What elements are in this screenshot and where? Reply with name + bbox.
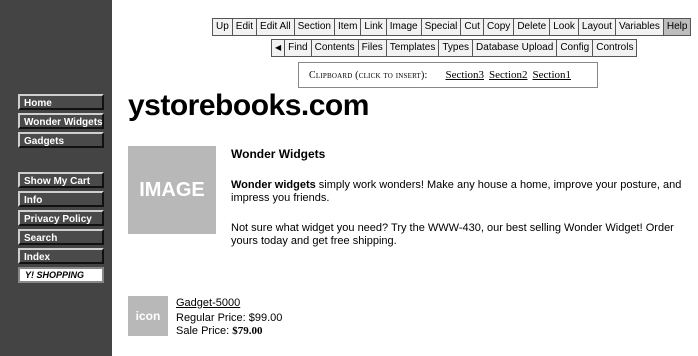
toolbar-files-button[interactable]: Files — [358, 40, 386, 56]
toolbar-image-button[interactable]: Image — [386, 19, 421, 35]
yahoo-shopping-badge[interactable]: Y! SHOPPING — [18, 267, 104, 283]
toolbar-section-button[interactable]: Section — [294, 19, 334, 35]
clipboard-link-section1[interactable]: Section1 — [533, 69, 572, 81]
section-description: Wonder widgets simply work wonders! Make… — [231, 179, 694, 205]
sale-price: Sale Price: $79.00 — [176, 325, 263, 337]
clipboard-link-section2[interactable]: Section2 — [489, 69, 528, 81]
toolbar-delete-button[interactable]: Delete — [514, 19, 550, 35]
editor-toolbar-primary: Up Edit Edit All Section Item Link Image… — [212, 18, 692, 36]
nav-search[interactable]: Search — [18, 229, 104, 245]
toolbar-controls-button[interactable]: Controls — [593, 40, 637, 56]
toolbar-contents-button[interactable]: Contents — [311, 40, 358, 56]
toolbar-copy-button[interactable]: Copy — [483, 19, 514, 35]
product-name-link[interactable]: Gadget-5000 — [176, 297, 240, 309]
product-icon-placeholder[interactable]: icon — [128, 296, 168, 336]
description-bold-lead: Wonder widgets — [231, 179, 316, 191]
toolbar-link-button[interactable]: Link — [361, 19, 386, 35]
toolbar-up-button[interactable]: Up — [213, 19, 232, 35]
toolbar-edit-all-button[interactable]: Edit All — [257, 19, 294, 35]
sale-price-label: Sale Price: — [176, 325, 233, 337]
toolbar-database-upload-button[interactable]: Database Upload — [473, 40, 557, 56]
nav-home[interactable]: Home — [18, 94, 104, 110]
section-heading: Wonder Widgets — [231, 147, 326, 161]
toolbar-find-button[interactable]: Find — [285, 40, 311, 56]
toolbar-special-button[interactable]: Special — [421, 19, 461, 35]
regular-price: Regular Price: $99.00 — [176, 312, 282, 324]
editor-toolbar-secondary: ◀ Find Contents Files Templates Types Da… — [271, 39, 638, 57]
sale-price-value: $79.00 — [232, 325, 263, 337]
section-image-placeholder[interactable]: IMAGE — [128, 146, 216, 234]
nav-show-my-cart[interactable]: Show My Cart — [18, 172, 104, 188]
toolbar-help-button[interactable]: Help — [663, 19, 691, 35]
regular-price-value: $99.00 — [248, 312, 283, 324]
toolbar-edit-button[interactable]: Edit — [232, 19, 257, 35]
nav-privacy-policy[interactable]: Privacy Policy — [18, 210, 104, 226]
collapse-arrow-icon[interactable]: ◀ — [272, 40, 285, 56]
toolbar-cut-button[interactable]: Cut — [461, 19, 483, 35]
nav-info[interactable]: Info — [18, 191, 104, 207]
toolbar-variables-button[interactable]: Variables — [615, 19, 663, 35]
clipboard-panel: Clipboard (click to insert): Section3 Se… — [298, 62, 598, 88]
toolbar-types-button[interactable]: Types — [439, 40, 473, 56]
toolbar-layout-button[interactable]: Layout — [578, 19, 615, 35]
toolbar-templates-button[interactable]: Templates — [386, 40, 439, 56]
clipboard-link-section3[interactable]: Section3 — [446, 69, 485, 81]
site-title: ystorebooks.com — [128, 89, 369, 122]
section-promo-text: Not sure what widget you need? Try the W… — [231, 222, 674, 247]
regular-price-label: Regular Price: — [176, 312, 249, 324]
toolbar-config-button[interactable]: Config — [557, 40, 593, 56]
sidebar: Home Wonder Widgets Gadgets Show My Cart… — [0, 0, 112, 356]
toolbar-item-button[interactable]: Item — [334, 19, 361, 35]
clipboard-label: Clipboard (click to insert): — [309, 69, 428, 81]
toolbar-look-button[interactable]: Look — [550, 19, 578, 35]
nav-gadgets[interactable]: Gadgets — [18, 132, 104, 148]
nav-index[interactable]: Index — [18, 248, 104, 264]
nav-wonder-widgets[interactable]: Wonder Widgets — [18, 113, 104, 129]
